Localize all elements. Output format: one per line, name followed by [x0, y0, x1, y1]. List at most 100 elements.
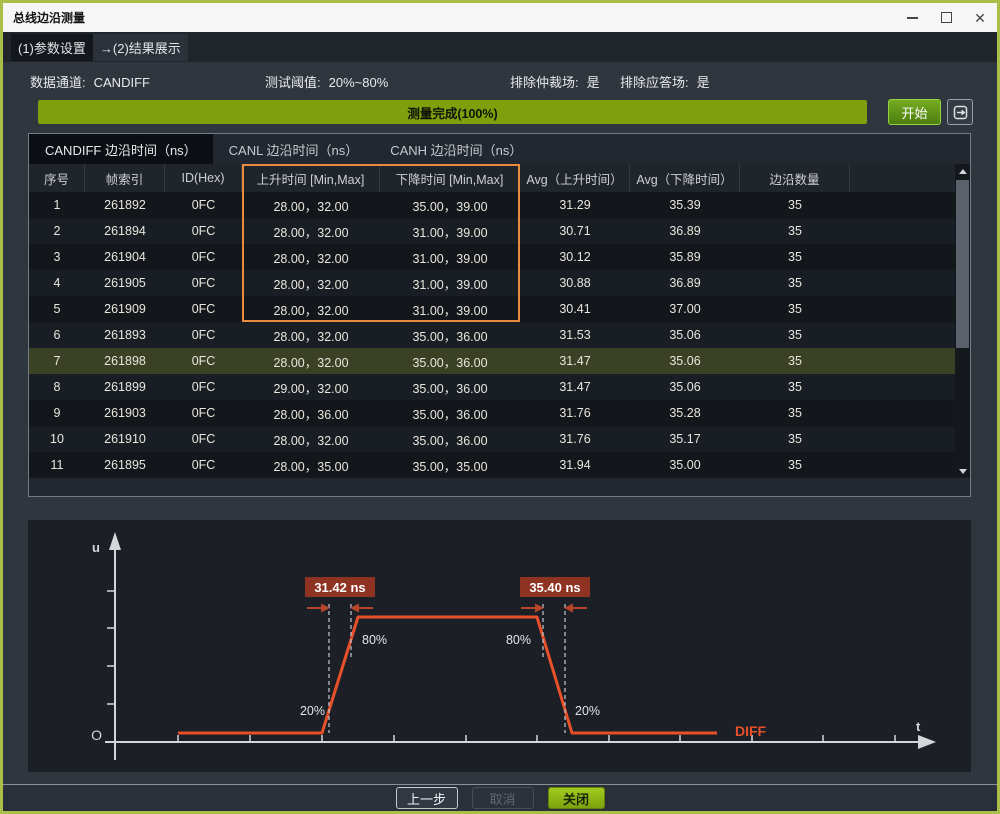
table-row[interactable]: 22618940FC28.00，32.0031.00，39.0030.7136.…	[29, 218, 970, 244]
table-cell: 28.00，35.00	[242, 452, 380, 478]
param-channel: 数据通道: CANDIFF	[30, 72, 150, 91]
table-cell: 28.00，32.00	[242, 192, 380, 218]
table-cell: 0FC	[165, 348, 242, 374]
table-cell: 31.94	[520, 452, 630, 478]
y-axis-arrow-icon	[109, 532, 121, 550]
close-button[interactable]: ✕	[963, 3, 997, 32]
table-cell: 35.00	[630, 452, 740, 478]
table-header-row: 序号帧索引ID(Hex)上升时间 [Min,Max]下降时间 [Min,Max]…	[29, 164, 970, 192]
table-body: 12618920FC28.00，32.0035.00，39.0031.2935.…	[29, 192, 970, 478]
table-row[interactable]: 52619090FC28.00，32.0031.00，39.0030.4137.…	[29, 296, 970, 322]
scrollbar-thumb[interactable]	[956, 180, 969, 348]
param-threshold: 测试阈值:20%~80%	[265, 72, 388, 91]
tab-2[interactable]: CANH 边沿时间（ns）	[374, 134, 538, 164]
table-cell: 35.17	[630, 426, 740, 452]
table-cell: 35	[740, 452, 850, 478]
cancel-button[interactable]: 取消	[472, 787, 534, 809]
table-row[interactable]: 42619050FC28.00，32.0031.00，39.0030.8836.…	[29, 270, 970, 296]
table-cell: 2	[29, 218, 85, 244]
y-axis-ticks	[107, 591, 115, 704]
table-cell: 35	[740, 322, 850, 348]
rise-high-threshold-label: 80%	[362, 633, 387, 647]
maximize-button[interactable]	[929, 3, 963, 32]
table-cell: 35.89	[630, 244, 740, 270]
nav-step-results[interactable]: →(2)结果展示	[93, 34, 188, 61]
channel-label: 数据通道:	[30, 75, 86, 90]
table-cell: 0FC	[165, 218, 242, 244]
table-cell: 5	[29, 296, 85, 322]
tab-0[interactable]: CANDIFF 边沿时间（ns）	[29, 134, 213, 164]
measure-arrows	[307, 604, 587, 613]
table-cell: 35.00，36.00	[380, 348, 520, 374]
table-cell: 31.00，39.00	[380, 296, 520, 322]
threshold-value: 20%~80%	[329, 75, 389, 90]
column-header: Avg（上升时间）	[520, 164, 630, 192]
scrollbar-up-button[interactable]	[955, 164, 970, 178]
table-cell: 30.88	[520, 270, 630, 296]
table-cell: 28.00，36.00	[242, 400, 380, 426]
table-row[interactable]: 92619030FC28.00，36.0035.00，36.0031.7635.…	[29, 400, 970, 426]
table-row[interactable]: 102619100FC28.00，32.0035.00，36.0031.7635…	[29, 426, 970, 452]
table-cell: 261895	[85, 452, 165, 478]
progress-text: 测量完成(100%)	[407, 103, 497, 122]
waveform-panel: u t O 31.42 ns 35.40 ns 80%	[28, 520, 971, 772]
x-axis-label: t	[916, 719, 921, 734]
table-row[interactable]: 72618980FC28.00，32.0035.00，36.0031.4735.…	[29, 348, 970, 374]
table-cell: 28.00，32.00	[242, 244, 380, 270]
table-row[interactable]: 12618920FC28.00，32.0035.00，39.0031.2935.…	[29, 192, 970, 218]
nav-step-results-label: (2)结果展示	[113, 41, 181, 56]
origin-label: O	[91, 727, 102, 743]
close-dialog-button[interactable]: 关闭	[548, 787, 605, 809]
table-row[interactable]: 32619040FC28.00，32.0031.00，39.0030.1235.…	[29, 244, 970, 270]
table-cell: 261909	[85, 296, 165, 322]
table-cell: 35.00，36.00	[380, 322, 520, 348]
table-cell: 35.06	[630, 348, 740, 374]
table-cell: 261899	[85, 374, 165, 400]
table-row[interactable]: 112618950FC28.00，35.0035.00，35.0031.9435…	[29, 452, 970, 478]
minimize-button[interactable]	[895, 3, 929, 32]
table-cell: 261893	[85, 322, 165, 348]
tab-1[interactable]: CANL 边沿时间（ns）	[213, 134, 375, 164]
table-cell: 261894	[85, 218, 165, 244]
start-button[interactable]: 开始	[888, 99, 941, 125]
table-cell: 28.00，32.00	[242, 426, 380, 452]
progress-bar: 测量完成(100%)	[38, 100, 867, 124]
column-header: 序号	[29, 164, 85, 192]
footer-bar: 上一步 取消 关闭	[3, 784, 997, 811]
table-cell: 37.00	[630, 296, 740, 322]
table-cell: 261910	[85, 426, 165, 452]
table-cell: 35.00，39.00	[380, 192, 520, 218]
column-header: Avg（下降时间）	[630, 164, 740, 192]
table-cell: 1	[29, 192, 85, 218]
channel-value: CANDIFF	[94, 75, 150, 90]
prev-step-button[interactable]: 上一步	[396, 787, 458, 809]
fall-low-threshold-label: 20%	[575, 704, 600, 718]
table-cell: 35.28	[630, 400, 740, 426]
scrollbar-down-button[interactable]	[955, 464, 970, 478]
table-cell: 6	[29, 322, 85, 348]
table-cell: 28.00，32.00	[242, 218, 380, 244]
arbitration-value: 是	[587, 75, 600, 90]
x-axis-ticks	[178, 735, 895, 742]
table-cell: 35	[740, 270, 850, 296]
table-cell: 35.00，36.00	[380, 374, 520, 400]
table-scrollbar[interactable]	[955, 164, 970, 478]
table-cell: 0FC	[165, 270, 242, 296]
result-tabs: CANDIFF 边沿时间（ns）CANL 边沿时间（ns）CANH 边沿时间（n…	[29, 134, 970, 164]
table-cell: 0FC	[165, 192, 242, 218]
export-button[interactable]	[947, 99, 973, 125]
table-cell: 3	[29, 244, 85, 270]
nav-arrow: →	[100, 41, 113, 56]
nav-step-params[interactable]: (1)参数设置	[11, 34, 93, 61]
column-header-filler	[850, 164, 970, 192]
table-row[interactable]: 82618990FC29.00，32.0035.00，36.0031.4735.…	[29, 374, 970, 400]
table-cell: 8	[29, 374, 85, 400]
table-cell: 31.00，39.00	[380, 218, 520, 244]
table-cell: 4	[29, 270, 85, 296]
table-row[interactable]: 62618930FC28.00，32.0035.00，36.0031.5335.…	[29, 322, 970, 348]
ack-label: 排除应答场:	[620, 75, 689, 90]
table-cell: 35	[740, 400, 850, 426]
table-cell: 0FC	[165, 374, 242, 400]
column-header: 边沿数量	[740, 164, 850, 192]
arbitration-label: 排除仲裁场:	[510, 75, 579, 90]
